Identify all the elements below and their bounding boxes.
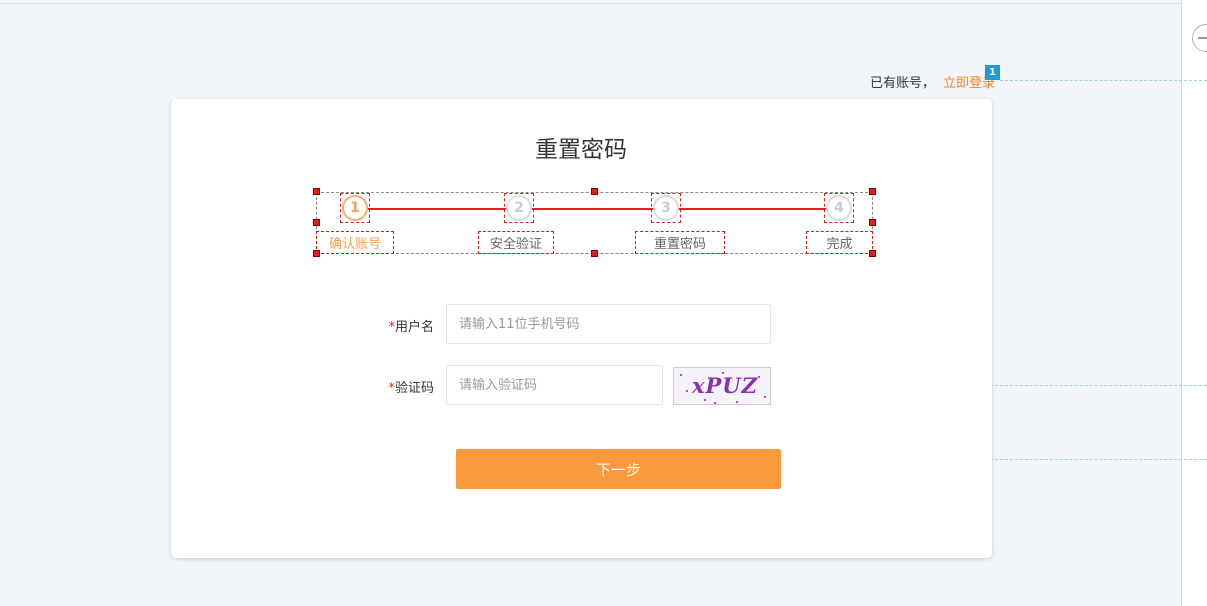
captcha-noise — [714, 402, 716, 404]
annotation-line — [1000, 80, 1207, 81]
step-2-indicator: 2 — [504, 193, 534, 223]
next-step-button[interactable]: 下一步 — [456, 449, 781, 489]
selection-handle[interactable] — [313, 219, 320, 226]
captcha-label: *验证码 — [354, 377, 434, 396]
step-4-indicator: 4 — [824, 193, 854, 223]
step-number: 1 — [342, 195, 368, 221]
selection-handle[interactable] — [869, 188, 876, 195]
step-indicator-selection — [316, 192, 873, 254]
captcha-label-text: 验证码 — [394, 381, 434, 396]
step-number: 2 — [506, 195, 532, 221]
step-2-label: 安全验证 — [478, 231, 554, 254]
annotation-badge: 1 — [985, 65, 1000, 80]
step-number: 3 — [653, 195, 679, 221]
captcha-text: xPUZ — [692, 373, 758, 398]
step-4-label: 完成 — [806, 231, 873, 254]
selection-handle[interactable] — [313, 188, 320, 195]
captcha-noise — [722, 372, 724, 374]
right-panel — [1181, 0, 1207, 606]
captcha-noise — [736, 401, 738, 403]
captcha-input[interactable] — [446, 365, 663, 405]
captcha-noise — [758, 376, 760, 378]
captcha-image[interactable]: xPUZ — [673, 367, 771, 405]
step-number: 4 — [826, 195, 852, 221]
selection-handle[interactable] — [591, 250, 598, 257]
top-divider — [0, 3, 1181, 4]
step-3-indicator: 3 — [651, 193, 681, 223]
step-progress-line — [353, 208, 839, 210]
step-3-label: 重置密码 — [635, 231, 725, 254]
selection-handle[interactable] — [591, 188, 598, 195]
selection-handle[interactable] — [869, 219, 876, 226]
step-1-label: 确认账号 — [316, 231, 394, 254]
username-label-text: 用户名 — [394, 320, 434, 335]
page-title: 重置密码 — [535, 137, 627, 163]
step-1-indicator: 1 — [340, 193, 370, 223]
have-account-label: 已有账号， — [870, 76, 936, 91]
username-label: *用户名 — [354, 316, 434, 335]
captcha-noise — [704, 399, 706, 401]
username-input[interactable] — [446, 304, 771, 344]
login-hint: 已有账号， 立即登录 — [870, 72, 995, 91]
captcha-noise — [680, 374, 682, 376]
captcha-noise — [686, 390, 688, 392]
captcha-noise — [764, 396, 766, 398]
